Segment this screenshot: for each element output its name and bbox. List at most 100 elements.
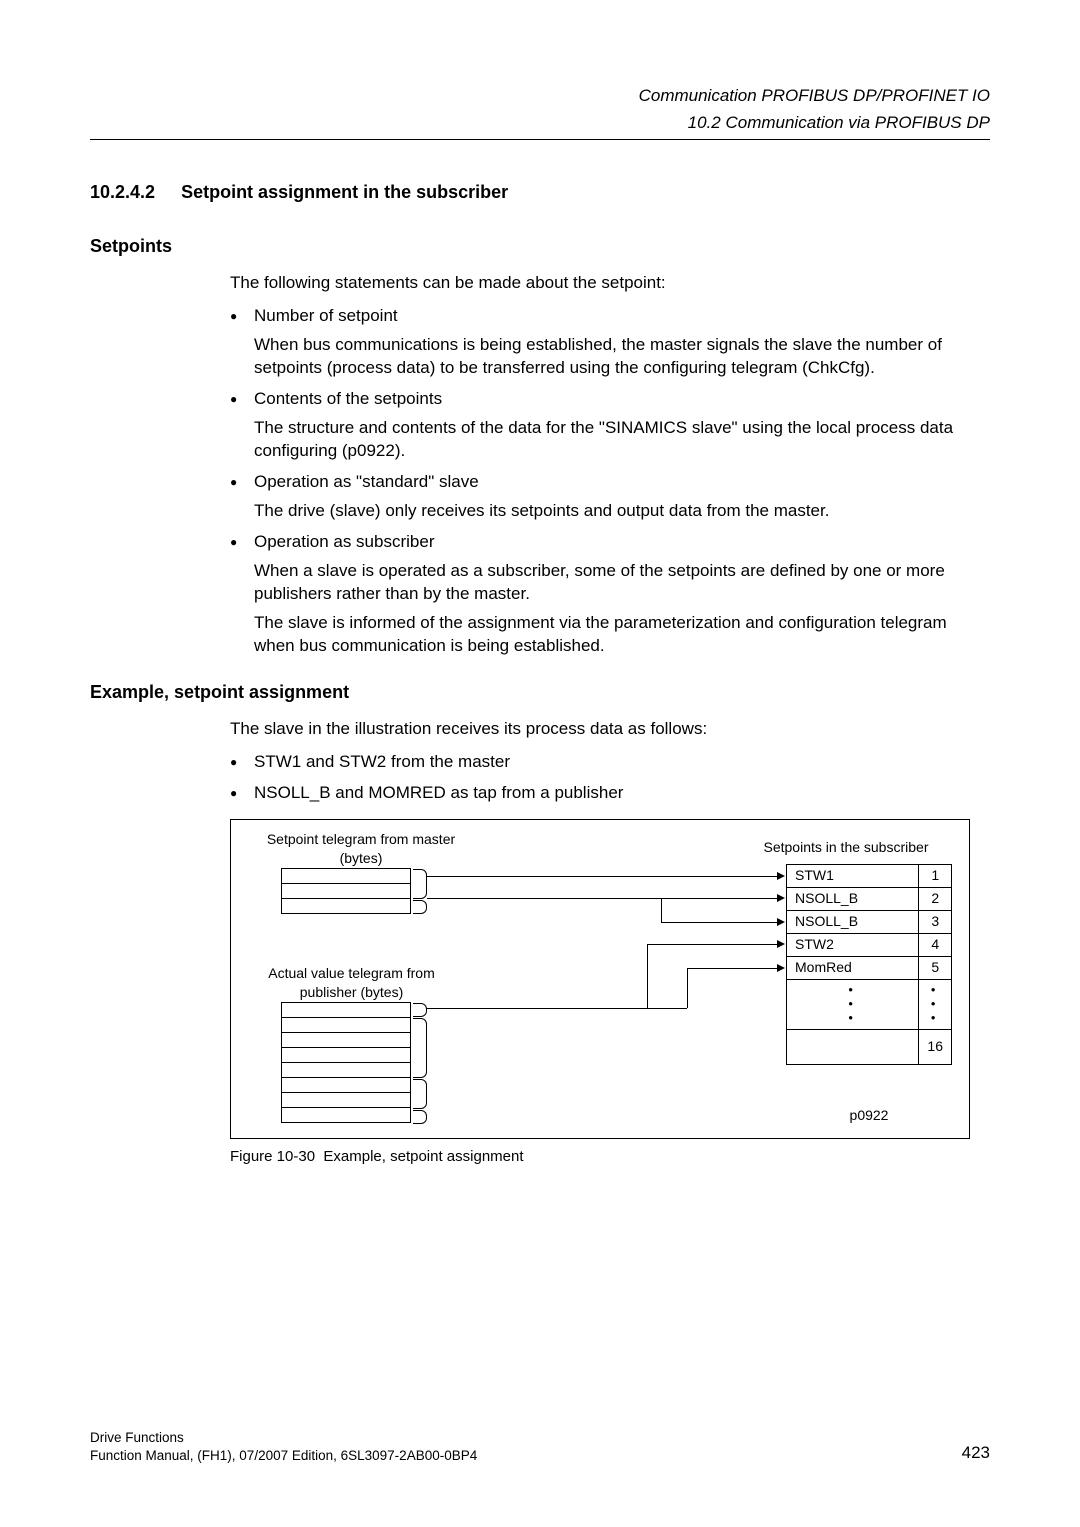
setpoint-name-cell <box>787 1029 919 1064</box>
byte-row <box>281 1077 411 1093</box>
setpoint-name-cell: NSOLL_B <box>787 887 919 910</box>
list-item-title: Number of setpoint <box>254 306 398 325</box>
table-row: NSOLL_B 3 <box>787 910 952 933</box>
setpoint-index-cell: 3 <box>919 910 952 933</box>
arrow-line <box>661 922 779 923</box>
list-item-title: Contents of the setpoints <box>254 389 442 408</box>
arrow-line <box>647 944 779 945</box>
example-list: STW1 and STW2 from the master NSOLL_B an… <box>230 751 990 805</box>
list-item-title: Operation as "standard" slave <box>254 472 479 491</box>
table-row: STW2 4 <box>787 933 952 956</box>
list-item: STW1 and STW2 from the master <box>230 751 990 774</box>
byte-row <box>281 1032 411 1048</box>
setpoint-index-cell: 5 <box>919 956 952 979</box>
setpoint-name-cell: STW1 <box>787 864 919 887</box>
setpoint-index-cell: 1 <box>919 864 952 887</box>
publisher-byte-rows <box>281 1002 411 1122</box>
list-item-para: When a slave is operated as a subscriber… <box>254 560 990 606</box>
byte-row <box>281 883 411 899</box>
setpoint-name-cell: STW2 <box>787 933 919 956</box>
byte-row <box>281 1107 411 1123</box>
table-row: STW1 1 <box>787 864 952 887</box>
figure-caption-text: Example, setpoint assignment <box>323 1148 523 1165</box>
arrowhead-icon <box>777 872 785 880</box>
byte-row <box>281 1047 411 1063</box>
byte-row <box>281 868 411 884</box>
section-heading-row: 10.2.4.2 Setpoint assignment in the subs… <box>90 180 990 204</box>
figure-param-label: p0922 <box>786 1106 952 1125</box>
running-header-line2: 10.2 Communication via PROFIBUS DP <box>90 112 990 135</box>
arrow-line <box>687 968 779 969</box>
table-row: 16 <box>787 1029 952 1064</box>
brace-icon <box>413 869 427 899</box>
list-item: Operation as subscriber When a slave is … <box>230 531 990 658</box>
page: Communication PROFIBUS DP/PROFINET IO 10… <box>0 0 1080 1527</box>
setpoints-heading: Setpoints <box>90 234 990 258</box>
setpoint-index-cell: 4 <box>919 933 952 956</box>
list-item-text: NSOLL_B and MOMRED as tap from a publish… <box>254 783 623 802</box>
example-body: The slave in the illustration receives i… <box>230 718 990 805</box>
figure-diagram: Setpoint telegram from master (bytes) Se… <box>230 819 970 1139</box>
list-item-text: STW1 and STW2 from the master <box>254 752 510 771</box>
running-header-line1: Communication PROFIBUS DP/PROFINET IO <box>90 85 990 108</box>
byte-row <box>281 1017 411 1033</box>
arrowhead-icon <box>777 964 785 972</box>
list-item-para: The drive (slave) only receives its setp… <box>254 500 990 523</box>
arrowhead-icon <box>777 894 785 902</box>
list-item: Number of setpoint When bus communicatio… <box>230 305 990 380</box>
brace-icon <box>413 1018 427 1078</box>
figure-label-master: Setpoint telegram from master (bytes) <box>261 830 461 868</box>
header-rule <box>90 139 990 140</box>
table-row: MomRed 5 <box>787 956 952 979</box>
setpoint-name-cell: MomRed <box>787 956 919 979</box>
section-number: 10.2.4.2 <box>90 180 155 204</box>
list-item: Contents of the setpoints The structure … <box>230 388 990 463</box>
brace-icon <box>413 1003 427 1017</box>
byte-row <box>281 1002 411 1018</box>
setpoints-body: The following statements can be made abo… <box>230 272 990 657</box>
brace-icon <box>413 1079 427 1109</box>
arrow-line <box>687 968 688 1008</box>
list-item-title: Operation as subscriber <box>254 532 434 551</box>
setpoints-intro: The following statements can be made abo… <box>230 272 990 295</box>
setpoints-list: Number of setpoint When bus communicatio… <box>230 305 990 657</box>
ellipsis-cell: ●●● <box>919 979 952 1029</box>
figure-wrap: Setpoint telegram from master (bytes) Se… <box>230 819 990 1139</box>
setpoint-name-cell: NSOLL_B <box>787 910 919 933</box>
table-row: ●●● ●●● <box>787 979 952 1029</box>
list-item-para: The structure and contents of the data f… <box>254 417 990 463</box>
arrow-line <box>661 898 662 922</box>
page-footer: Drive Functions Function Manual, (FH1), … <box>90 1429 990 1465</box>
arrowhead-icon <box>777 918 785 926</box>
figure-label-actual: Actual value telegram from publisher (by… <box>249 964 454 1002</box>
subscriber-setpoint-table: STW1 1 NSOLL_B 2 NSOLL_B 3 STW2 4 MomRed <box>786 864 952 1065</box>
arrow-line <box>427 876 779 877</box>
arrow-line <box>427 1008 647 1009</box>
brace-icon <box>413 1110 427 1124</box>
figure-caption: Figure 10-30 Example, setpoint assignmen… <box>230 1147 990 1167</box>
footer-line1: Drive Functions <box>90 1429 477 1447</box>
figure-label-subscriber: Setpoints in the subscriber <box>741 838 951 857</box>
list-item-para: The slave is informed of the assignment … <box>254 612 990 658</box>
arrow-line <box>647 1008 687 1009</box>
arrow-line <box>647 944 648 1008</box>
list-item-para: When bus communications is being establi… <box>254 334 990 380</box>
figure-caption-prefix: Figure 10-30 <box>230 1148 315 1165</box>
byte-row <box>281 898 411 914</box>
byte-row <box>281 1092 411 1108</box>
master-byte-rows <box>281 868 411 913</box>
list-item: Operation as "standard" slave The drive … <box>230 471 990 523</box>
footer-line2: Function Manual, (FH1), 07/2007 Edition,… <box>90 1447 477 1465</box>
arrowhead-icon <box>777 940 785 948</box>
list-item: NSOLL_B and MOMRED as tap from a publish… <box>230 782 990 805</box>
setpoint-index-cell: 2 <box>919 887 952 910</box>
example-heading: Example, setpoint assignment <box>90 680 990 704</box>
arrow-line <box>427 898 779 899</box>
setpoint-index-cell: 16 <box>919 1029 952 1064</box>
page-number: 423 <box>962 1442 990 1465</box>
brace-icon <box>413 900 427 914</box>
example-intro: The slave in the illustration receives i… <box>230 718 990 741</box>
table-row: NSOLL_B 2 <box>787 887 952 910</box>
footer-left: Drive Functions Function Manual, (FH1), … <box>90 1429 477 1465</box>
section-title: Setpoint assignment in the subscriber <box>181 180 508 204</box>
